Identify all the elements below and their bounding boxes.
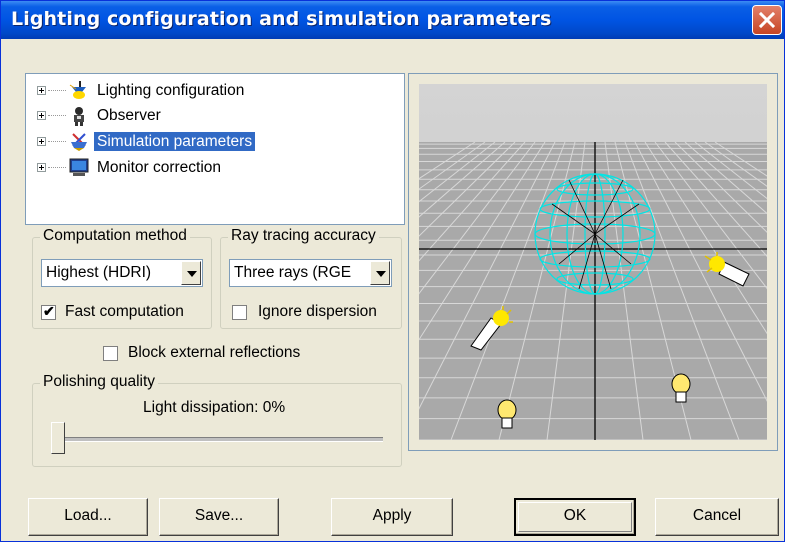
save-button[interactable]: Save... [159,498,279,536]
block-reflections-checkbox[interactable] [103,346,118,361]
load-button[interactable]: Load... [28,498,148,536]
ok-button[interactable]: OK [514,498,636,536]
block-reflections-label: Block external reflections [128,344,301,361]
scene-preview[interactable] [408,73,778,451]
polishing-quality-legend: Polishing quality [40,373,159,391]
checkmark-icon: ✔ [43,303,55,319]
expand-icon[interactable] [37,163,46,172]
tree-item-label: Simulation parameters [94,132,256,151]
tree-item-label: Lighting configuration [97,82,245,99]
observer-icon [74,107,84,126]
cancel-button[interactable]: Cancel [655,498,779,536]
light-dissipation-track[interactable] [53,437,383,442]
tree-item-observer[interactable]: Observer [34,104,394,128]
ray-tracing-accuracy-legend: Ray tracing accuracy [228,227,379,245]
lamp-icon [69,81,86,99]
ignore-dispersion-label: Ignore dispersion [258,303,377,320]
tree-item-lighting[interactable]: Lighting configuration [34,79,394,103]
chevron-down-icon[interactable] [181,261,201,285]
ignore-dispersion-checkbox[interactable] [232,305,247,320]
light-dissipation-label: Light dissipation: 0% [143,399,286,416]
computation-method-legend: Computation method [40,227,190,245]
title-bar[interactable]: Lighting configuration and simulation pa… [1,1,784,39]
apply-button[interactable]: Apply [331,498,453,536]
monitor-icon [69,158,89,176]
ray-tracing-accuracy-value: Three rays (RGE [234,264,352,281]
scene-preview-canvas [419,84,767,440]
scene-floor [419,142,767,440]
ray-tracing-accuracy-select[interactable]: Three rays (RGE [229,259,392,287]
expand-icon[interactable] [37,137,46,146]
fast-computation-checkbox[interactable]: ✔ [41,303,56,320]
tree-item-monitor[interactable]: Monitor correction [34,156,394,180]
tree-item-simulation[interactable]: Simulation parameters [34,130,394,154]
tree-item-label: Monitor correction [97,159,222,176]
expand-icon[interactable] [37,86,46,95]
chevron-down-icon[interactable] [370,261,390,285]
polishing-quality-group: Polishing quality [32,373,402,467]
expand-icon[interactable] [37,111,46,120]
computation-method-value: Highest (HDRI) [46,264,152,281]
close-icon [759,12,775,28]
light-dissipation-slider-thumb[interactable] [51,422,65,454]
window-title: Lighting configuration and simulation pa… [11,8,552,30]
gears-icon [71,133,87,151]
tree-item-label: Observer [97,107,161,124]
fast-computation-label: Fast computation [65,303,184,320]
computation-method-select[interactable]: Highest (HDRI) [41,259,203,287]
dialog-window: Lighting configuration and simulation pa… [0,0,785,542]
settings-tree[interactable]: Lighting configuration Observer Simulati… [25,73,405,225]
close-button[interactable] [752,5,782,35]
